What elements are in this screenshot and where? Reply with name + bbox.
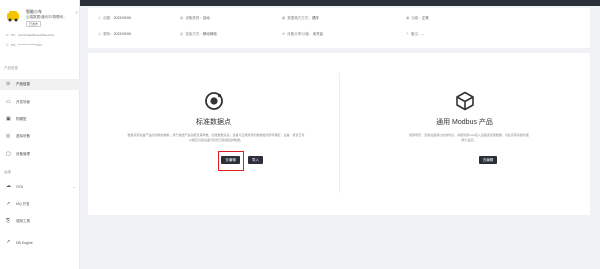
chevron-down-icon: ⌄ (72, 184, 76, 189)
standard-datapoint-card: 标准数据点 数据点即设备产品的功能的抽象，用于描述产品功能及其参数。创建数据点后… (88, 53, 339, 215)
ota-icon: ☁ (6, 183, 11, 189)
info-created: ◷ 创建：2022/09/06 (98, 16, 132, 20)
datapoint-type-panel: 标准数据点 数据点即设备产品的功能的抽象，用于描述产品功能及其参数。创建数据点后… (88, 53, 590, 215)
sidebar-item-ota[interactable]: ☁ OTA ⌄ (0, 181, 80, 192)
clock-icon: ◷ (98, 32, 102, 36)
info-function: ▣ 功能：正常 (406, 16, 429, 20)
clock-icon: ◷ (98, 16, 102, 20)
collapse-icon[interactable]: ‹ (76, 10, 78, 16)
car-logo-icon (7, 11, 19, 22)
modbus-card: 通用 Modbus 产品 使用场景：该类设备通过总线协议，并能利用mqtt接入设… (339, 53, 590, 215)
info-note[interactable]: ✎ 备注：-- (406, 32, 424, 37)
device-icon: ◎ (6, 133, 11, 139)
sidebar-item-dev-scene[interactable]: ▭ 开发场景 (0, 97, 80, 108)
status-badge: 已发布 (26, 21, 42, 27)
info-updated: ◷ 更新：2022/09/06 (98, 32, 132, 36)
info-data-format: ▦ 数据格式方式：透传 (282, 16, 319, 20)
net-icon: ▥ (180, 32, 184, 36)
sidebar: 智能小车 云端数据/通讯中/物联网... 已发布 ‹ ⊙ PK：/Leh/c/4a… (0, 0, 80, 269)
info-icon: ⊙ (6, 81, 11, 87)
top-navbar (80, 0, 600, 6)
type-icon: ▤ (180, 16, 184, 20)
card-title: 通用 Modbus 产品 (436, 119, 493, 126)
card-title: 标准数据点 (196, 119, 231, 126)
info-device-type: ▤ 设备类别：自动 (180, 16, 210, 20)
tool-icon: ⎘ (6, 218, 11, 224)
code-icon: ▭ (6, 99, 11, 105)
sidebar-item-tool[interactable]: ⎘ 调用工具 (0, 216, 80, 227)
manage-icon: ▢ (6, 151, 11, 157)
ionic-circle-icon (204, 92, 223, 110)
sidebar-item-mq[interactable]: ↗ MQ 开发 (0, 199, 80, 210)
info-share: ⚙ 设备分享/功能：未开启 (282, 32, 324, 36)
edit-button[interactable]: 去编辑 (479, 156, 497, 164)
sidebar-item-model[interactable]: ▣ 物模型 (0, 114, 80, 125)
sidebar-item-product-info[interactable]: ⊙ 产品信息 (0, 79, 80, 90)
card-description: 使用场景：该类设备通过总线协议，并能利用mqtt接入设备连接或数据，对此实现基础… (409, 133, 529, 142)
product-secret[interactable]: ⚿ PS：****************b4d (6, 43, 42, 47)
cube-icon (455, 91, 474, 111)
import-button[interactable]: 导入 (248, 156, 263, 164)
product-header: 智能小车 云端数据/通讯中/物联网... 已发布 (6, 8, 78, 36)
section-label-ops: 运维 (4, 170, 11, 174)
mq-icon: ↗ (6, 201, 11, 207)
status-icon: ▣ (406, 16, 410, 20)
info-connection: ▥ 连接方式：移动网络 (180, 32, 217, 36)
product-info-panel: ◷ 创建：2022/09/06 ▤ 设备类别：自动 ▦ 数据格式方式：透传 ▣ 功能：正… (88, 8, 590, 48)
share-icon: ⚙ (282, 32, 286, 36)
data-icon: ▦ (282, 16, 286, 20)
product-subtitle: 云端数据/通讯中/物联网... (26, 15, 66, 19)
highlight-box (218, 151, 244, 171)
db-icon: ↗ (6, 239, 11, 245)
sidebar-item-virtual-device[interactable]: ◎ 虚拟设备 (0, 131, 80, 142)
sidebar-item-device-manage[interactable]: ▢ 设备管理 (0, 149, 80, 160)
card-description: 数据点即设备产品的功能的抽象，用于描述产品功能及其参数。创建数据点后，设备与云端… (127, 133, 305, 142)
model-icon: ▣ (6, 116, 11, 122)
product-key[interactable]: ⊙ PK：/Leh/c/4aaf0e4ea56aed/1C... (6, 33, 57, 37)
note-icon: ✎ (406, 32, 409, 36)
sidebar-item-db-engine[interactable]: ↗ DB Engine (0, 237, 80, 248)
section-label-product: 产品信息 (4, 66, 18, 70)
